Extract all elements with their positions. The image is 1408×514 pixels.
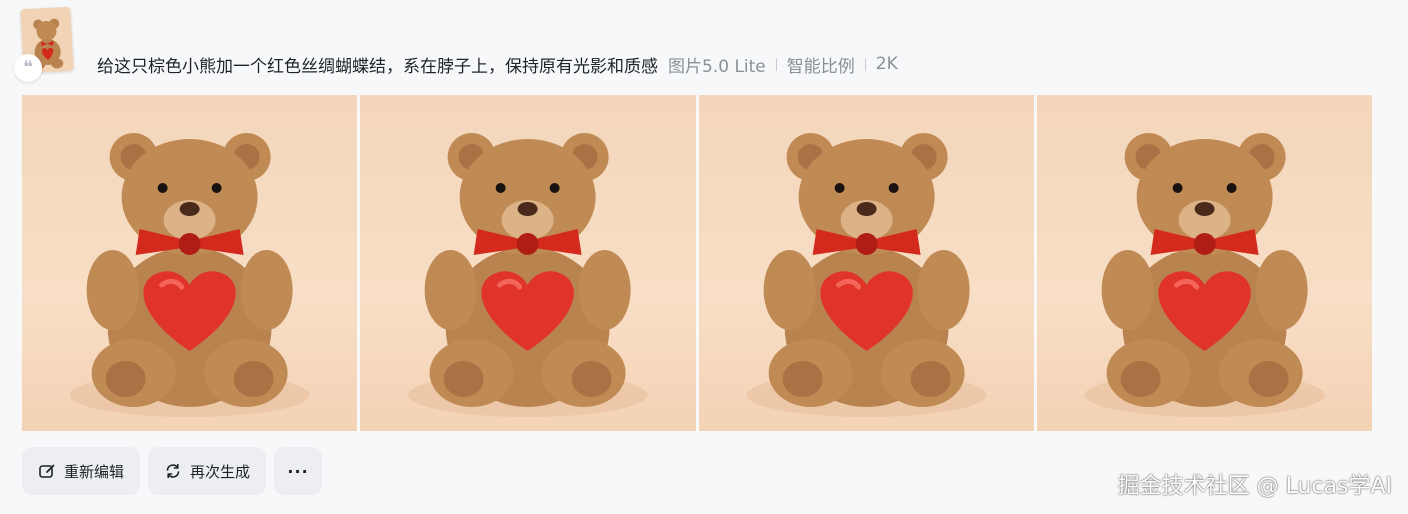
quote-icon: ❝ [14,54,42,82]
resolution-tag: 2K [875,54,898,74]
prompt-row: 给这只棕色小熊加一个红色丝绸蝴蝶结，系在脖子上，保持原有光影和质感 图片5.0 … [97,53,898,77]
prompt-text: 给这只棕色小熊加一个红色丝绸蝴蝶结，系在脖子上，保持原有光影和质感 [97,56,658,77]
meta-separator [775,57,777,71]
ratio-tag: 智能比例 [786,56,855,77]
action-bar: 重新编辑 再次生成 ··· [22,447,323,495]
regenerate-label: 再次生成 [190,462,251,481]
model-tag: 图片5.0 Lite [668,56,766,77]
generated-image-4[interactable] [1036,95,1372,431]
generated-image-gallery [22,95,1372,431]
reedit-button[interactable]: 重新编辑 [22,447,141,495]
generated-image-1[interactable] [22,95,358,431]
meta-separator [864,57,866,71]
watermark: 掘金技术社区 @ Lucas学AI [1117,474,1392,499]
regenerate-button[interactable]: 再次生成 [148,447,267,495]
more-icon: ··· [287,461,309,481]
more-options-button[interactable]: ··· [274,447,323,495]
generated-image-2[interactable] [360,95,696,431]
refresh-icon [166,463,180,479]
generated-image-3[interactable] [698,95,1034,431]
reedit-label: 重新编辑 [64,462,125,481]
edit-icon [39,464,55,478]
